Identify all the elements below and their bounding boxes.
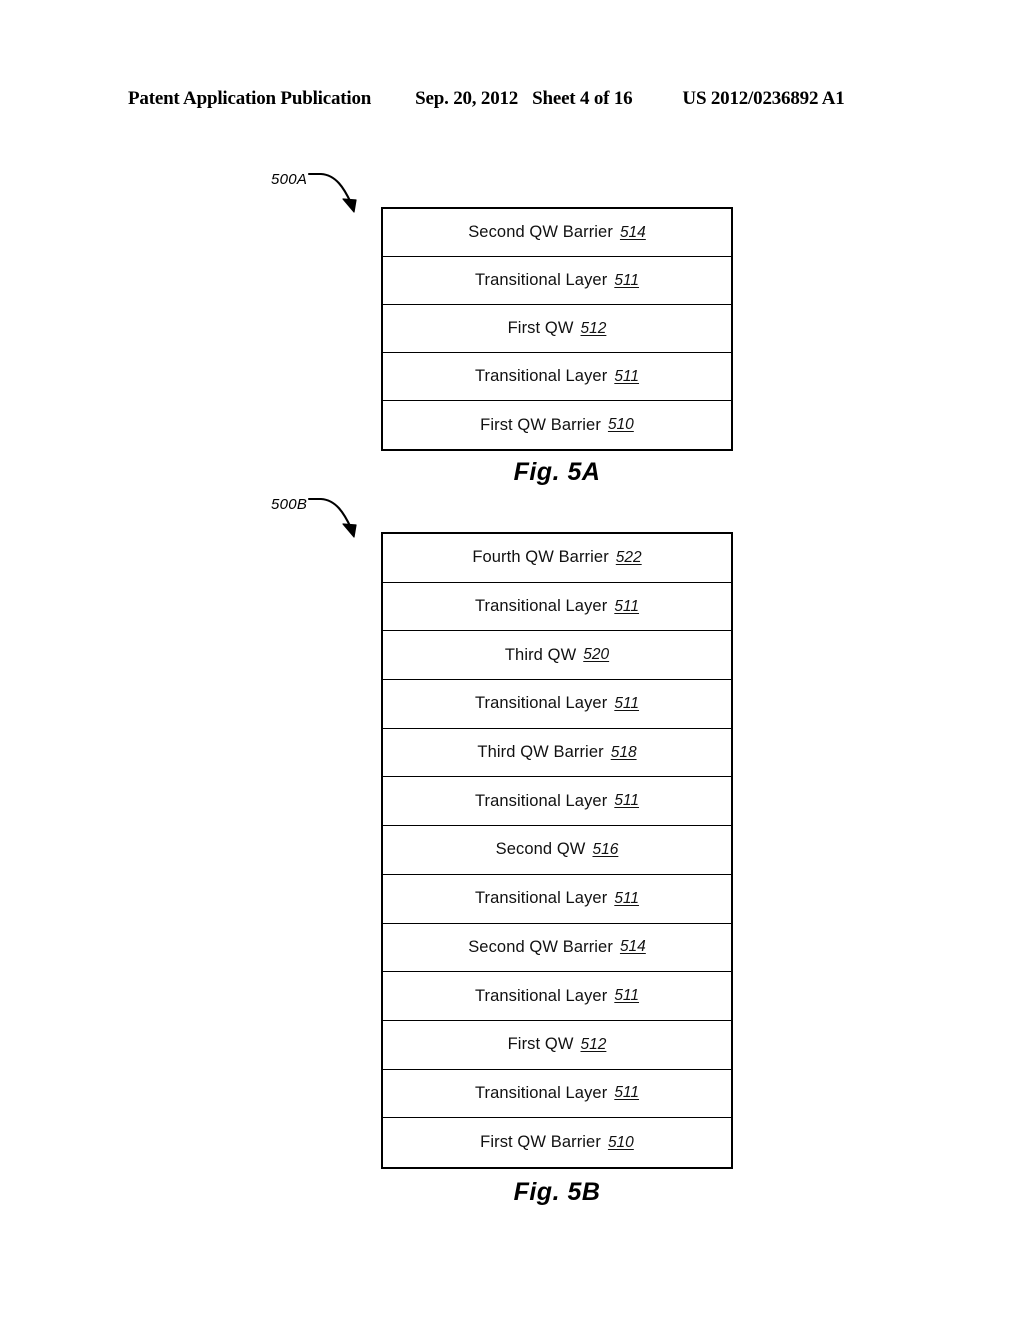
layer-row: Second QW Barrier 514 <box>383 209 731 257</box>
layer-row: Transitional Layer 511 <box>383 680 731 729</box>
layer-label: Transitional Layer <box>474 889 608 908</box>
layer-label: First QW <box>507 319 574 337</box>
layer-label: Second QW <box>495 840 586 859</box>
layer-row: Transitional Layer 511 <box>383 353 731 401</box>
layer-reference-number: 510 <box>607 1133 634 1151</box>
layer-reference-number: 512 <box>580 1035 607 1053</box>
layer-reference-number: 511 <box>614 987 640 1005</box>
callout-500a-label: 500A <box>271 171 308 188</box>
layer-reference-number: 511 <box>614 694 640 712</box>
layer-label: Third QW <box>504 645 577 664</box>
layer-row: Transitional Layer 511 <box>383 972 731 1021</box>
layer-label: Transitional Layer <box>474 597 608 616</box>
header-sheet-number: Sheet 4 of 16 <box>532 88 633 109</box>
layer-label: Second QW Barrier <box>468 937 613 956</box>
layer-row: First QW Barrier 510 <box>383 1118 731 1167</box>
layer-reference-number: 512 <box>580 319 607 337</box>
figure-caption-5a: Fig. 5A <box>513 458 601 486</box>
layer-row: Third QW 520 <box>383 631 731 681</box>
layer-label: Transitional Layer <box>474 791 608 810</box>
layer-label: Transitional Layer <box>474 986 608 1005</box>
layer-reference-number: 511 <box>614 367 640 385</box>
layer-row: Transitional Layer 511 <box>383 875 731 924</box>
header-document-number: US 2012/0236892 A1 <box>682 88 845 109</box>
layer-reference-number: 522 <box>615 548 642 566</box>
layer-reference-number: 514 <box>619 223 646 241</box>
layer-label: Third QW Barrier <box>477 743 604 762</box>
layer-row: Transitional Layer 511 <box>383 777 731 827</box>
layer-reference-number: 511 <box>614 889 640 907</box>
leader-line-arrow-icon <box>307 497 357 538</box>
layer-row: Second QW 516 <box>383 826 731 875</box>
layer-row: Fourth QW Barrier 522 <box>383 534 731 583</box>
header-publication-date: Sep. 20, 2012 <box>415 88 519 109</box>
layer-label: Second QW Barrier <box>468 223 613 241</box>
layer-reference-number: 511 <box>614 597 640 615</box>
layer-reference-number: 518 <box>610 743 637 761</box>
layer-label: First QW <box>507 1035 574 1054</box>
layer-row: Transitional Layer 511 <box>383 1070 731 1119</box>
layer-reference-number: 511 <box>614 271 640 289</box>
layer-reference-number: 511 <box>614 1084 640 1102</box>
layer-label: Fourth QW Barrier <box>472 548 609 567</box>
layer-label: Transitional Layer <box>474 271 608 289</box>
layer-label: First QW Barrier <box>480 415 601 434</box>
layer-row: Second QW Barrier 514 <box>383 924 731 973</box>
layer-row: First QW 512 <box>383 1021 731 1070</box>
layer-label: Transitional Layer <box>474 367 608 385</box>
layer-reference-number: 514 <box>619 938 646 956</box>
layer-row: First QW Barrier 510 <box>383 401 731 449</box>
layer-reference-number: 511 <box>614 792 640 810</box>
callout-500b-label: 500B <box>271 496 308 513</box>
layer-label: Transitional Layer <box>474 1083 608 1102</box>
layer-reference-number: 510 <box>607 416 634 433</box>
layer-row: First QW 512 <box>383 305 731 353</box>
layer-reference-number: 516 <box>592 840 619 858</box>
layer-row: Transitional Layer 511 <box>383 257 731 305</box>
sheet-header: Patent Application Publication Sep. 20, … <box>128 88 896 112</box>
layer-row: Third QW Barrier 518 <box>383 729 731 778</box>
layer-stack-5b: Fourth QW Barrier 522 Transitional Layer… <box>381 532 733 1169</box>
layer-stack-5a: Second QW Barrier 514 Transitional Layer… <box>381 207 733 451</box>
layer-label: Transitional Layer <box>474 694 608 713</box>
layer-reference-number: 520 <box>583 646 610 664</box>
layer-label: First QW Barrier <box>480 1133 601 1152</box>
figure-caption-5b: Fig. 5B <box>513 1178 601 1206</box>
header-publication-title: Patent Application Publication <box>128 88 372 109</box>
leader-line-arrow-icon <box>307 172 357 213</box>
layer-row: Transitional Layer 511 <box>383 583 731 632</box>
